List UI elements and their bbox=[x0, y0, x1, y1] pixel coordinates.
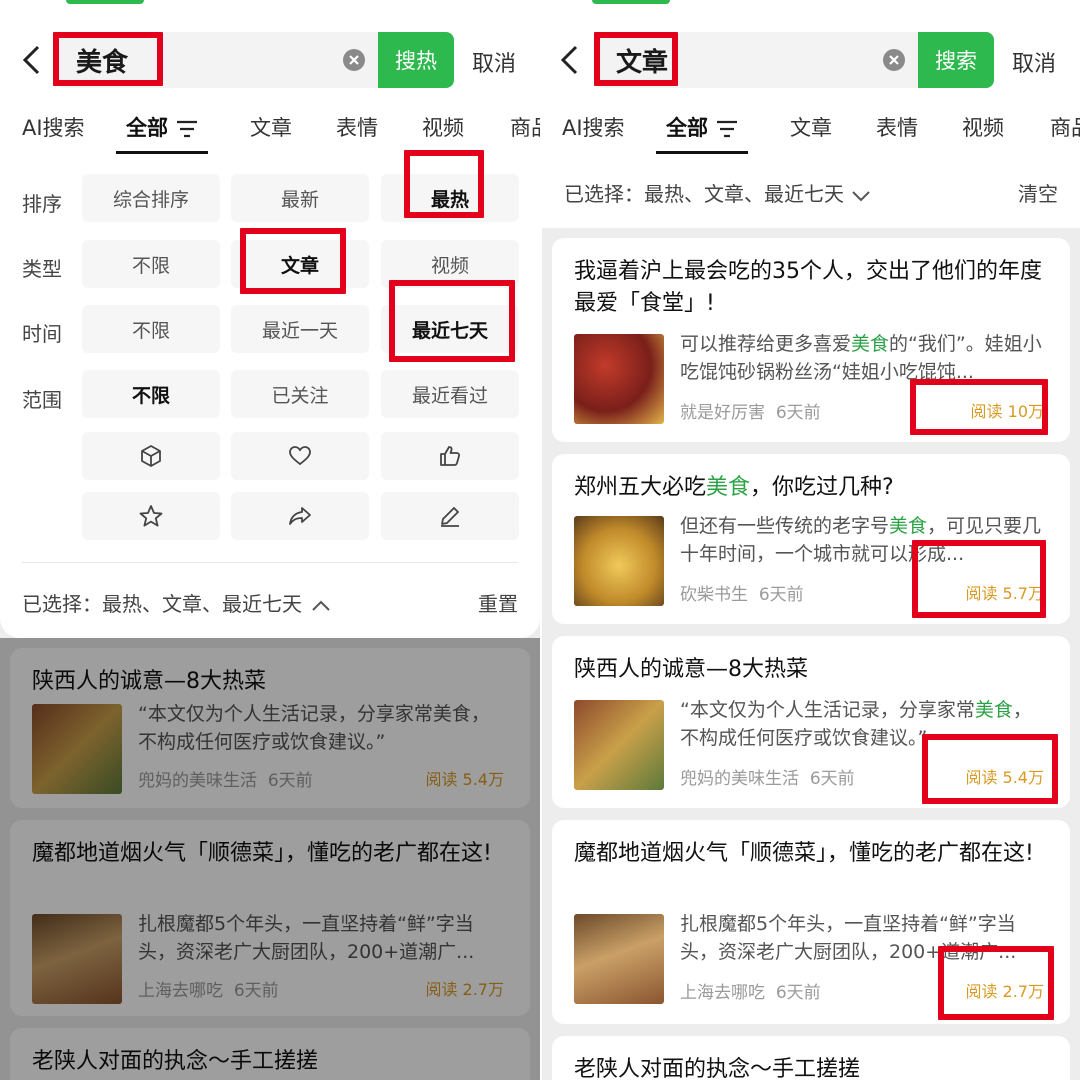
tab-videos[interactable]: 视频 bbox=[962, 112, 1004, 142]
result-card[interactable]: 魔都地道烟火气「顺德菜」，懂吃的老广都在这! 扎根魔都5个年头，一直坚持着“鲜”… bbox=[552, 820, 1070, 1024]
tab-articles[interactable]: 文章 bbox=[250, 112, 292, 142]
result-card[interactable]: 郑州五大必吃美食，你吃过几种? 但还有一些传统的老字号美食，可见只要几十年时间，… bbox=[552, 454, 1070, 624]
chip-type-article[interactable]: 文章 bbox=[231, 240, 369, 288]
result-thumbnail bbox=[574, 914, 664, 1004]
result-thumbnail bbox=[574, 334, 664, 424]
tab-all[interactable]: 全部 bbox=[126, 112, 198, 142]
tab-stickers[interactable]: 表情 bbox=[336, 112, 378, 142]
chevron-up-icon[interactable] bbox=[310, 599, 332, 613]
back-arrow-icon[interactable] bbox=[18, 44, 46, 76]
result-meta: 就是好厉害 6天前 bbox=[680, 403, 821, 423]
filter-panel: 排序 综合排序 最新 最热 类型 不限 文章 视频 时间 不限 最近一天 最近七… bbox=[0, 156, 540, 638]
filter-label-scope: 范围 bbox=[22, 388, 62, 412]
left-screen: 陕西人的诚意—8大热菜 “本文仅为个人生活记录，分享家常美食，不构成任何医疗或饮… bbox=[0, 0, 540, 1080]
read-count: 阅读 5.7万 bbox=[965, 584, 1044, 603]
result-snippet: 可以推荐给更多喜爱美食的“我们”。娃姐小吃馄饨砂锅粉丝汤“娃姐小吃馄饨... bbox=[680, 333, 1042, 383]
chip-scope-recent[interactable]: 最近看过 bbox=[381, 370, 519, 418]
result-title: 老陕人对面的执念～手工搓搓 bbox=[574, 1057, 861, 1080]
read-count: 阅读 10万 bbox=[970, 402, 1044, 421]
result-snippet: 扎根魔都5个年头，一直坚持着“鲜”字当头，资深老广大厨团队，200+道潮广... bbox=[680, 913, 1017, 963]
active-tab-indicator bbox=[656, 151, 748, 154]
active-tab-indicator bbox=[116, 151, 208, 154]
search-query: 美食 bbox=[76, 48, 129, 78]
pencil-icon bbox=[441, 507, 459, 527]
tab-stickers[interactable]: 表情 bbox=[876, 112, 918, 142]
selected-filters[interactable]: 已选择：最热、文章、最近七天 bbox=[22, 588, 332, 617]
tab-videos[interactable]: 视频 bbox=[422, 112, 464, 142]
cancel-button[interactable]: 取消 bbox=[472, 46, 516, 78]
filter-icon[interactable] bbox=[176, 120, 198, 138]
result-card[interactable]: 我逼着沪上最会吃的35个人，交出了他们的年度最爱「食堂」! 可以推荐给更多喜爱美… bbox=[552, 238, 1070, 442]
tab-ai-search[interactable]: AI搜索 bbox=[562, 112, 625, 142]
chip-star[interactable] bbox=[82, 492, 220, 540]
result-thumbnail bbox=[574, 516, 664, 606]
search-button[interactable]: 搜热 bbox=[378, 32, 454, 88]
result-title: 陕西人的诚意—8大热菜 bbox=[574, 657, 808, 682]
result-title: 魔都地道烟火气「顺德菜」，懂吃的老广都在这! bbox=[574, 841, 1034, 866]
reset-button[interactable]: 重置 bbox=[478, 588, 518, 617]
chip-cube[interactable] bbox=[82, 432, 220, 480]
chip-thumbs-up[interactable] bbox=[381, 432, 519, 480]
chip-pencil[interactable] bbox=[381, 492, 519, 540]
chip-time-week[interactable]: 最近七天 bbox=[381, 305, 519, 353]
filter-summary-bar: 已选择：最热、文章、最近七天 清空 bbox=[542, 156, 1080, 228]
share-icon bbox=[289, 507, 311, 525]
filter-label-type: 类型 bbox=[22, 257, 62, 281]
result-snippet: “本文仅为个人生活记录，分享家常美食，不构成任何医疗或饮食建议。” bbox=[680, 699, 1032, 749]
read-count: 阅读 2.7万 bbox=[965, 982, 1044, 1001]
filter-label-time: 时间 bbox=[22, 322, 62, 346]
thumbs-up-icon bbox=[440, 446, 461, 466]
tab-products[interactable]: 商品 bbox=[1050, 112, 1080, 142]
chip-time-any[interactable]: 不限 bbox=[82, 305, 220, 353]
status-peek bbox=[66, 0, 144, 4]
result-thumbnail bbox=[574, 700, 664, 790]
cancel-button[interactable]: 取消 bbox=[1012, 46, 1056, 78]
clear-icon[interactable] bbox=[882, 48, 906, 72]
result-title: 我逼着沪上最会吃的35个人，交出了他们的年度最爱「食堂」! bbox=[574, 259, 1042, 316]
tab-articles[interactable]: 文章 bbox=[790, 112, 832, 142]
tab-products[interactable]: 商品 bbox=[510, 112, 540, 142]
filter-label-sort: 排序 bbox=[22, 192, 62, 216]
filter-icon[interactable] bbox=[716, 120, 738, 138]
chevron-down-icon[interactable] bbox=[850, 189, 872, 203]
result-meta: 砍柴书生 6天前 bbox=[680, 585, 804, 605]
selected-filters[interactable]: 已选择：最热、文章、最近七天 bbox=[564, 178, 872, 207]
tab-ai-search[interactable]: AI搜索 bbox=[22, 112, 85, 142]
chip-heart[interactable] bbox=[231, 432, 369, 480]
result-snippet: 但还有一些传统的老字号美食，可见只要几十年时间，一个城市就可以形成... bbox=[680, 515, 1042, 565]
heart-icon bbox=[289, 446, 311, 466]
result-card[interactable]: 陕西人的诚意—8大热菜 “本文仅为个人生活记录，分享家常美食，不构成任何医疗或饮… bbox=[552, 636, 1070, 808]
clear-icon[interactable] bbox=[342, 48, 366, 72]
chip-scope-any[interactable]: 不限 bbox=[82, 370, 220, 418]
search-header: 美食 搜热 取消 AI搜索 全部 文章 表情 视频 商品 bbox=[0, 0, 540, 156]
back-arrow-icon[interactable] bbox=[556, 44, 584, 76]
read-count: 阅读 5.4万 bbox=[965, 768, 1044, 787]
search-button[interactable]: 搜索 bbox=[918, 32, 994, 88]
chip-type-any[interactable]: 不限 bbox=[82, 240, 220, 288]
result-title: 郑州五大必吃美食，你吃过几种? bbox=[574, 475, 894, 500]
chip-sort-latest[interactable]: 最新 bbox=[231, 174, 369, 222]
chip-type-video[interactable]: 视频 bbox=[381, 240, 519, 288]
search-input[interactable]: 文章 bbox=[596, 32, 918, 88]
star-icon bbox=[139, 505, 163, 527]
chip-time-day[interactable]: 最近一天 bbox=[231, 305, 369, 353]
result-meta: 兜妈的美味生活 6天前 bbox=[680, 769, 855, 789]
search-header: 文章 搜索 取消 AI搜索 全部 文章 表情 视频 商品 bbox=[542, 0, 1080, 156]
chip-sort-hottest[interactable]: 最热 bbox=[381, 174, 519, 222]
chip-share[interactable] bbox=[231, 492, 369, 540]
cube-icon bbox=[141, 445, 161, 467]
divider bbox=[22, 562, 518, 563]
result-meta: 上海去哪吃 6天前 bbox=[680, 983, 821, 1003]
right-screen: 文章 搜索 取消 AI搜索 全部 文章 表情 视频 商品 已选择：最热、文章、最… bbox=[542, 0, 1080, 1080]
result-card[interactable]: 老陕人对面的执念～手工搓搓 bbox=[552, 1036, 1070, 1080]
search-query: 文章 bbox=[616, 48, 669, 78]
chip-sort-overall[interactable]: 综合排序 bbox=[82, 174, 220, 222]
status-peek bbox=[592, 0, 670, 4]
chip-scope-followed[interactable]: 已关注 bbox=[231, 370, 369, 418]
clear-filters-button[interactable]: 清空 bbox=[1018, 178, 1058, 207]
overlay-mask[interactable] bbox=[0, 638, 540, 1080]
search-input[interactable]: 美食 bbox=[56, 32, 378, 88]
tab-all[interactable]: 全部 bbox=[666, 112, 738, 142]
